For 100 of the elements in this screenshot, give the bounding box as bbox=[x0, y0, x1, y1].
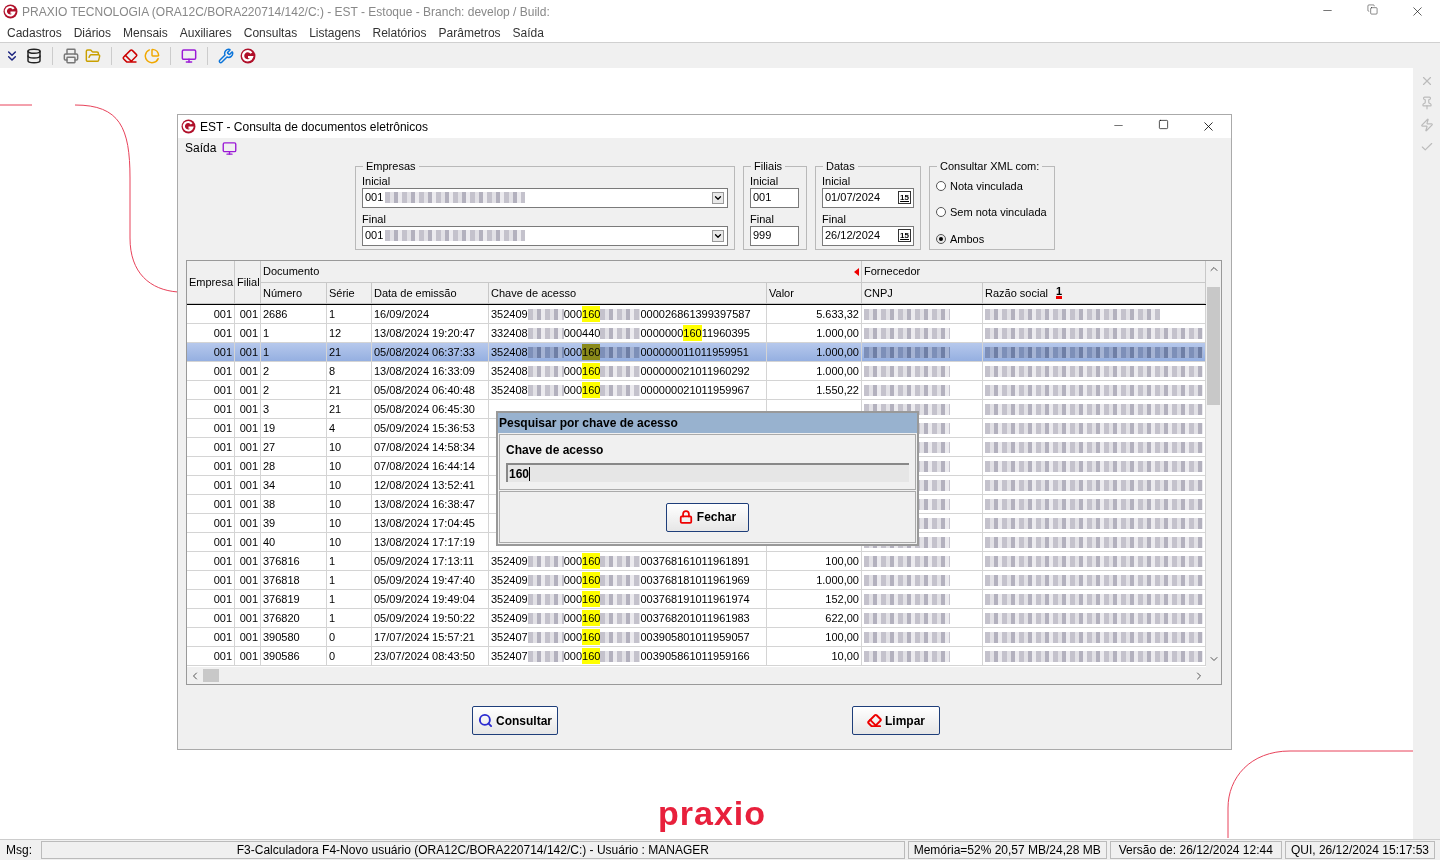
logo-icon bbox=[3, 4, 18, 19]
menu-item[interactable]: Relatórios bbox=[366, 23, 433, 42]
search-match: 160 bbox=[582, 343, 601, 361]
vertical-scrollbar[interactable] bbox=[1206, 261, 1221, 667]
radio-button[interactable] bbox=[936, 207, 946, 218]
column-header[interactable]: Valor bbox=[767, 283, 862, 304]
menu-item[interactable]: Saída bbox=[185, 139, 217, 157]
blurred-text-drawing bbox=[527, 555, 564, 567]
input-field[interactable]: 160 bbox=[506, 463, 909, 482]
menu-item[interactable]: Listagens bbox=[303, 23, 367, 42]
blurred-text-drawing bbox=[527, 612, 564, 624]
date-field[interactable]: 01/07/2024 15 bbox=[822, 187, 914, 208]
column-header[interactable]: Série bbox=[327, 283, 372, 304]
clear-button[interactable]: Limpar bbox=[852, 706, 941, 735]
eraser-icon[interactable] bbox=[122, 47, 138, 64]
horizontal-scrollbar[interactable] bbox=[187, 667, 1221, 684]
monitor-icon[interactable] bbox=[181, 47, 197, 64]
menu-item[interactable]: Saída bbox=[506, 23, 550, 42]
table-row[interactable]: 001 001 2686 1 16/09/2024 352409 000160 000026861399397587 5.633,32 bbox=[187, 305, 1206, 324]
status-label: Msg: bbox=[5, 842, 33, 859]
search-match: 160 bbox=[582, 571, 601, 589]
radio-label[interactable]: Sem nota vinculada bbox=[950, 204, 1047, 221]
column-header[interactable]: Razão social 1 bbox=[983, 283, 1206, 304]
blurred-text-drawing bbox=[600, 308, 641, 320]
calendar-button[interactable]: 15 bbox=[898, 191, 911, 204]
radio-label[interactable]: Nota vinculada bbox=[950, 177, 1023, 194]
column-header[interactable]: Empresa bbox=[187, 261, 235, 304]
column-header[interactable]: Número bbox=[261, 283, 327, 304]
search-match: 160 bbox=[582, 590, 601, 608]
key-text: 000 bbox=[563, 610, 583, 626]
sort-indicator: 1 bbox=[1056, 287, 1063, 299]
menu-item[interactable]: Parâmetros bbox=[432, 23, 507, 42]
table-row[interactable]: 001 001 376819 1 05/09/2024 19:49:04 352409 000160 003768191011961974 152,00 bbox=[187, 590, 1206, 609]
check-icon[interactable] bbox=[1419, 140, 1434, 154]
table-row[interactable]: 001 001 2 21 05/08/2024 06:40:48 352408 000160 000000021011959967 1.550,22 bbox=[187, 381, 1206, 400]
column-group-header: Documento bbox=[261, 261, 862, 283]
column-header[interactable]: Chave de acesso bbox=[489, 283, 767, 304]
table-row[interactable]: 001 001 390586 0 23/07/2024 08:43:50 352407 000160 003905861011959166 10,00 bbox=[187, 647, 1206, 666]
input-field[interactable]: 001 bbox=[750, 187, 799, 208]
database-icon[interactable] bbox=[26, 47, 42, 64]
dropdown-icon[interactable] bbox=[712, 191, 724, 204]
scroll-thumb[interactable] bbox=[1207, 287, 1220, 405]
dropdown-icon[interactable] bbox=[712, 229, 724, 242]
folder-icon[interactable] bbox=[85, 47, 101, 64]
logo-icon bbox=[181, 119, 196, 134]
radio-button[interactable] bbox=[936, 233, 946, 244]
restore-icon[interactable] bbox=[1367, 4, 1378, 15]
input-field[interactable]: 999 bbox=[750, 225, 799, 246]
blurred-text-drawing bbox=[527, 574, 564, 586]
blurred-text-drawing bbox=[527, 593, 564, 605]
scroll-thumb[interactable] bbox=[203, 669, 219, 682]
calendar-button[interactable]: 15 bbox=[898, 229, 911, 242]
radio-button[interactable] bbox=[936, 180, 946, 191]
table-cell: 0 bbox=[327, 647, 372, 666]
eraser-icon bbox=[867, 713, 882, 728]
menu-item[interactable]: Mensais bbox=[117, 23, 174, 42]
key-text: 003768191011961974 bbox=[640, 591, 750, 607]
search-match: 160 bbox=[582, 305, 601, 323]
table-row[interactable]: 001 001 2 8 13/08/2024 16:33:09 352408 000160 000000021011960292 1.000,00 bbox=[187, 362, 1206, 381]
column-header[interactable]: Filial bbox=[235, 261, 261, 304]
table-cell: 390586 bbox=[261, 647, 327, 666]
key-text: 11960395 bbox=[701, 325, 750, 341]
app-title: PRAXIO TECNOLOGIA (ORA12C/BORA220714/142/C:) - EST - Estoque - Branch: develop / Build: bbox=[22, 3, 550, 21]
field-label: Final bbox=[822, 212, 847, 226]
menu-item[interactable]: Auxiliares bbox=[173, 23, 238, 42]
table-row[interactable]: 001 001 376818 1 05/09/2024 19:47:40 352409 000160 003768181011961969 1.000,00 bbox=[187, 571, 1206, 590]
field-label: Inicial bbox=[750, 174, 780, 188]
key-text: 000 bbox=[563, 591, 583, 607]
key-text: 000000021011960292 bbox=[640, 363, 750, 379]
key-text: 000026861399397587 bbox=[640, 306, 751, 322]
blurred-text-drawing bbox=[527, 631, 564, 643]
key-text: 352408 bbox=[491, 382, 528, 398]
close-icon[interactable] bbox=[1410, 4, 1425, 19]
table-row[interactable]: 001 001 1 21 05/08/2024 06:37:33 352408 000160 000000011011959951 1.000,00 bbox=[187, 343, 1206, 362]
table-row[interactable]: 001 001 376816 1 05/09/2024 17:13:11 352409 000160 003768161011961891 100,00 bbox=[187, 552, 1206, 571]
monitor-icon[interactable] bbox=[222, 140, 238, 156]
table-row[interactable]: 001 001 376820 1 05/09/2024 19:50:22 352409 000160 003768201011961983 622,00 bbox=[187, 609, 1206, 628]
blurred-text-drawing bbox=[527, 346, 564, 358]
search-match: 160 bbox=[582, 628, 601, 646]
company-combo[interactable]: 001 bbox=[362, 187, 728, 208]
maximize-icon[interactable] bbox=[1158, 119, 1169, 130]
company-combo[interactable]: 001 bbox=[362, 225, 728, 246]
date-field[interactable]: 26/12/2024 15 bbox=[822, 225, 914, 246]
menu-item[interactable]: Cadastros bbox=[1, 23, 68, 42]
field-label: Chave de acesso bbox=[506, 442, 604, 459]
table-row[interactable]: 001 001 1 12 13/08/2024 19:20:47 332408 000440 000000016011960395 1.000,00 bbox=[187, 324, 1206, 343]
printer-icon[interactable] bbox=[63, 47, 79, 64]
key-text: 000 bbox=[563, 306, 583, 322]
close-button[interactable]: Fechar bbox=[665, 502, 750, 532]
column-header[interactable]: Data de emissão bbox=[372, 283, 489, 304]
key-text: 000 bbox=[563, 629, 583, 645]
menu-item[interactable]: Consultas bbox=[237, 23, 304, 42]
close-icon[interactable] bbox=[1201, 119, 1216, 134]
column-header[interactable]: CNPJ bbox=[862, 283, 983, 304]
search-button[interactable]: Consultar bbox=[472, 706, 558, 735]
radio-label[interactable]: Ambos bbox=[950, 230, 985, 247]
menu-item[interactable]: Diários bbox=[67, 23, 118, 42]
wrench-icon[interactable] bbox=[218, 47, 234, 64]
key-text: 332408 bbox=[491, 325, 528, 341]
table-row[interactable]: 001 001 390580 0 17/07/2024 15:57:21 352407 000160 003905801011959057 100,00 bbox=[187, 628, 1206, 647]
